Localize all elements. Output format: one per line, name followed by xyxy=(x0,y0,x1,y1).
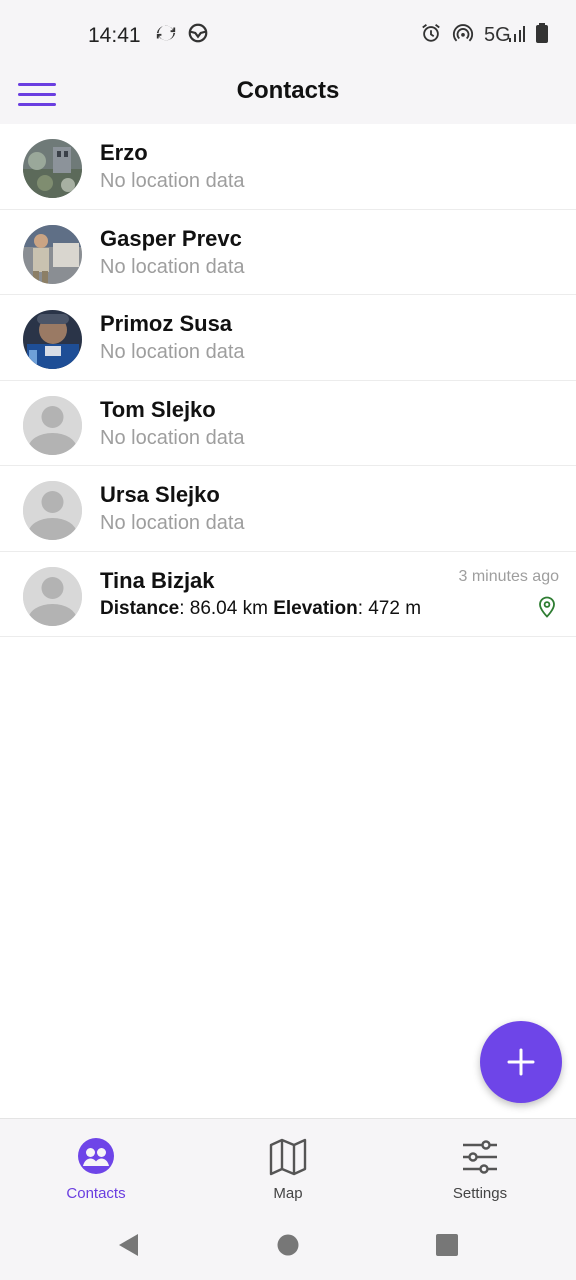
nav-map[interactable]: Map xyxy=(192,1119,384,1215)
contact-location-status: No location data xyxy=(100,341,245,363)
map-icon xyxy=(269,1138,307,1176)
contact-name: Gasper Prevc xyxy=(100,225,242,251)
contact-name: Primoz Susa xyxy=(100,311,233,336)
contact-location-status: No location data xyxy=(100,512,245,534)
avatar-placeholder-icon xyxy=(23,481,82,540)
elevation-label: Elevation xyxy=(273,597,358,619)
back-icon[interactable] xyxy=(116,1232,140,1263)
app-bar: Contacts xyxy=(0,70,576,124)
location-pin-icon[interactable] xyxy=(538,596,556,623)
distance-value: : 86.04 km xyxy=(179,597,268,619)
contact-row[interactable]: Primoz Susa No location data xyxy=(0,295,576,381)
contact-name: Tina Bizjak xyxy=(100,567,215,593)
add-contact-button[interactable] xyxy=(480,1021,562,1103)
nav-contacts[interactable]: Contacts xyxy=(0,1119,192,1215)
nav-label: Map xyxy=(273,1185,303,1202)
signal-icon xyxy=(508,22,526,49)
battery-icon xyxy=(535,22,549,49)
page-title: Contacts xyxy=(236,77,340,104)
status-bar: 14:41 5G xyxy=(0,0,576,70)
contact-row[interactable]: Ursa Slejko No location data xyxy=(0,466,576,552)
contact-name: Tom Slejko xyxy=(100,396,216,422)
contact-location-status: No location data xyxy=(100,170,245,192)
contact-list: Erzo No location data Gasper Prevc No lo… xyxy=(0,124,576,637)
recents-icon[interactable] xyxy=(435,1232,459,1263)
nav-settings[interactable]: Settings xyxy=(384,1119,576,1215)
avatar-placeholder-icon xyxy=(23,395,82,455)
elevation-value: : 472 m xyxy=(357,597,422,619)
nav-label: Contacts xyxy=(66,1185,126,1202)
network-type: 5G xyxy=(484,24,511,46)
contact-name: Ursa Slejko xyxy=(100,482,220,507)
contact-row[interactable]: Tom Slejko No location data xyxy=(0,381,576,466)
avatar xyxy=(23,310,82,369)
steering-icon xyxy=(187,22,209,49)
system-navigation-bar xyxy=(0,1214,576,1280)
avatar-placeholder-icon xyxy=(23,566,82,626)
contact-location-status: No location data xyxy=(100,426,245,449)
last-update-time: 3 minutes ago xyxy=(458,567,559,585)
contact-row[interactable]: Gasper Prevc No location data xyxy=(0,210,576,295)
status-time: 14:41 xyxy=(88,24,141,47)
contacts-icon xyxy=(78,1138,114,1174)
plus-icon xyxy=(507,1048,535,1076)
hotspot-icon xyxy=(452,22,474,49)
contact-name: Erzo xyxy=(100,140,148,165)
bottom-navigation: Contacts Map Settings xyxy=(0,1118,576,1214)
distance-label: Distance xyxy=(100,597,180,619)
sync-icon xyxy=(155,22,177,49)
avatar xyxy=(23,224,82,284)
nav-label: Settings xyxy=(452,1185,508,1202)
avatar xyxy=(23,139,82,198)
contact-row[interactable]: Erzo No location data xyxy=(0,124,576,210)
sliders-icon xyxy=(463,1140,497,1174)
alarm-icon xyxy=(420,22,442,49)
contact-row[interactable]: Tina Bizjak 3 minutes ago Distance: 86.0… xyxy=(0,552,576,637)
contact-location-details: Distance: 86.04 km Elevation: 472 m xyxy=(100,598,421,620)
contact-location-status: No location data xyxy=(100,255,245,278)
home-icon[interactable] xyxy=(277,1232,301,1263)
